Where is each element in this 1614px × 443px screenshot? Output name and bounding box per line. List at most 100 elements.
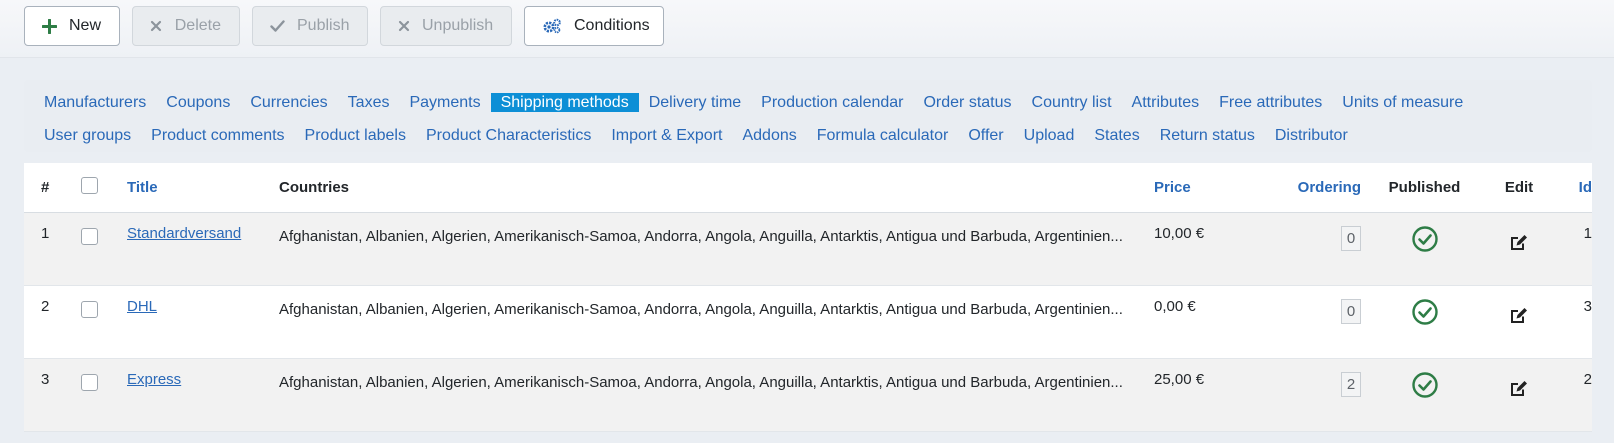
submenu-item-production-calendar[interactable]: Production calendar — [761, 93, 903, 112]
publish-button-label: Publish — [297, 17, 350, 34]
check-circle-icon[interactable] — [1411, 372, 1439, 403]
row-select-cell — [81, 225, 127, 249]
row-checkbox[interactable] — [81, 301, 98, 318]
row-price: 0,00 € — [1154, 298, 1196, 315]
new-button[interactable]: New — [24, 6, 120, 46]
row-number: 1 — [41, 225, 50, 242]
submenu-item-product-characteristics[interactable]: Product Characteristics — [426, 126, 591, 145]
select-all-cell — [81, 177, 127, 198]
row-edit-cell — [1488, 371, 1550, 402]
column-header-edit: Edit — [1504, 179, 1534, 196]
submenu-item-addons[interactable]: Addons — [742, 126, 796, 145]
shipping-method-title-link[interactable]: DHL — [127, 298, 157, 315]
submenu-item-import-export[interactable]: Import & Export — [611, 126, 722, 145]
row-ordering-cell: 0 — [1280, 298, 1361, 324]
ordering-value: 0 — [1341, 226, 1361, 251]
column-header-countries: Countries — [279, 178, 350, 196]
column-header-price[interactable]: Price — [1154, 179, 1280, 196]
submenu-item-order-status[interactable]: Order status — [923, 93, 1011, 112]
select-all-checkbox[interactable] — [81, 177, 98, 194]
ordering-value: 0 — [1341, 299, 1361, 324]
row-checkbox[interactable] — [81, 228, 98, 245]
edit-icon[interactable] — [1510, 381, 1528, 402]
delete-button[interactable]: Delete — [132, 6, 240, 46]
row-price: 25,00 € — [1154, 371, 1205, 388]
check-icon — [270, 18, 285, 34]
submenu-item-states[interactable]: States — [1094, 126, 1139, 145]
row-id: 3 — [1583, 298, 1592, 315]
toolbar: New Delete Publish Unpublish Conditions — [0, 0, 1614, 58]
row-number: 3 — [41, 371, 50, 388]
row-published-cell — [1361, 371, 1488, 403]
row-id: 1 — [1583, 225, 1592, 242]
edit-icon[interactable] — [1510, 308, 1528, 329]
row-title-cell: DHL — [127, 298, 279, 315]
submenu-item-formula-calculator[interactable]: Formula calculator — [817, 126, 949, 145]
submenu-item-delivery-time[interactable]: Delivery time — [649, 93, 741, 112]
column-header-ordering[interactable]: Ordering — [1280, 179, 1361, 196]
submenu-item-manufacturers[interactable]: Manufacturers — [44, 93, 146, 112]
row-select-cell — [81, 371, 127, 395]
row-countries: Afghanistan, Albanien, Algerien, Amerika… — [279, 301, 1123, 318]
shipping-methods-table: # Title Countries Price Ordering Publish… — [24, 163, 1592, 432]
table-header: # Title Countries Price Ordering Publish… — [24, 163, 1592, 213]
settings-submenu: Manufacturers Coupons Currencies Taxes P… — [24, 80, 1592, 152]
table-row: 3 Express Afghanistan, Albanien, Algerie… — [24, 359, 1592, 432]
row-edit-cell — [1488, 298, 1550, 329]
column-header-title[interactable]: Title — [127, 179, 279, 196]
shipping-method-title-link[interactable]: Express — [127, 371, 181, 388]
submenu-item-coupons[interactable]: Coupons — [166, 93, 230, 112]
conditions-button-label: Conditions — [574, 17, 650, 34]
row-countries: Afghanistan, Albanien, Algerien, Amerika… — [279, 228, 1123, 245]
ordering-value: 2 — [1341, 372, 1361, 397]
row-countries: Afghanistan, Albanien, Algerien, Amerika… — [279, 374, 1123, 391]
unpublish-button[interactable]: Unpublish — [380, 6, 512, 46]
check-circle-icon[interactable] — [1411, 299, 1439, 330]
row-checkbox[interactable] — [81, 374, 98, 391]
row-title-cell: Express — [127, 371, 279, 388]
submenu-item-country-list[interactable]: Country list — [1032, 93, 1112, 112]
table-row: 2 DHL Afghanistan, Albanien, Algerien, A… — [24, 286, 1592, 359]
submenu-item-return-status[interactable]: Return status — [1160, 126, 1255, 145]
submenu-item-shipping-methods[interactable]: Shipping methods — [490, 93, 639, 112]
edit-icon[interactable] — [1510, 235, 1528, 256]
plus-icon — [42, 18, 57, 34]
submenu-item-distributor[interactable]: Distributor — [1275, 126, 1348, 145]
submenu-item-taxes[interactable]: Taxes — [348, 93, 390, 112]
submenu-item-attributes[interactable]: Attributes — [1132, 93, 1200, 112]
check-circle-icon[interactable] — [1411, 226, 1439, 257]
delete-button-label: Delete — [174, 17, 221, 34]
row-edit-cell — [1488, 225, 1550, 256]
submenu-row-1: Manufacturers Coupons Currencies Taxes P… — [44, 86, 1592, 119]
close-icon — [150, 18, 163, 34]
gears-icon — [542, 18, 562, 34]
submenu-item-product-comments[interactable]: Product comments — [151, 126, 284, 145]
submenu-item-units-of-measure[interactable]: Units of measure — [1342, 93, 1463, 112]
table-row: 1 Standardversand Afghanistan, Albanien,… — [24, 213, 1592, 286]
new-button-label: New — [69, 17, 102, 34]
shipping-method-title-link[interactable]: Standardversand — [127, 225, 241, 242]
row-price: 10,00 € — [1154, 225, 1205, 242]
column-header-number: # — [41, 179, 50, 196]
row-ordering-cell: 2 — [1280, 371, 1361, 397]
row-published-cell — [1361, 225, 1488, 257]
row-title-cell: Standardversand — [127, 225, 279, 242]
submenu-row-2: User groups Product comments Product lab… — [44, 119, 1592, 152]
row-number: 2 — [41, 298, 50, 315]
submenu-item-currencies[interactable]: Currencies — [250, 93, 327, 112]
conditions-button[interactable]: Conditions — [524, 6, 664, 46]
submenu-item-free-attributes[interactable]: Free attributes — [1219, 93, 1322, 112]
submenu-item-payments[interactable]: Payments — [409, 93, 480, 112]
row-published-cell — [1361, 298, 1488, 330]
submenu-item-offer[interactable]: Offer — [968, 126, 1003, 145]
close-icon — [398, 18, 410, 34]
row-id: 2 — [1583, 371, 1592, 388]
row-ordering-cell: 0 — [1280, 225, 1361, 251]
submenu-item-upload[interactable]: Upload — [1024, 126, 1075, 145]
submenu-item-user-groups[interactable]: User groups — [44, 126, 131, 145]
column-header-published: Published — [1388, 179, 1461, 196]
row-select-cell — [81, 298, 127, 322]
submenu-item-product-labels[interactable]: Product labels — [305, 126, 406, 145]
publish-button[interactable]: Publish — [252, 6, 368, 46]
column-header-id[interactable]: Id — [1550, 179, 1592, 196]
